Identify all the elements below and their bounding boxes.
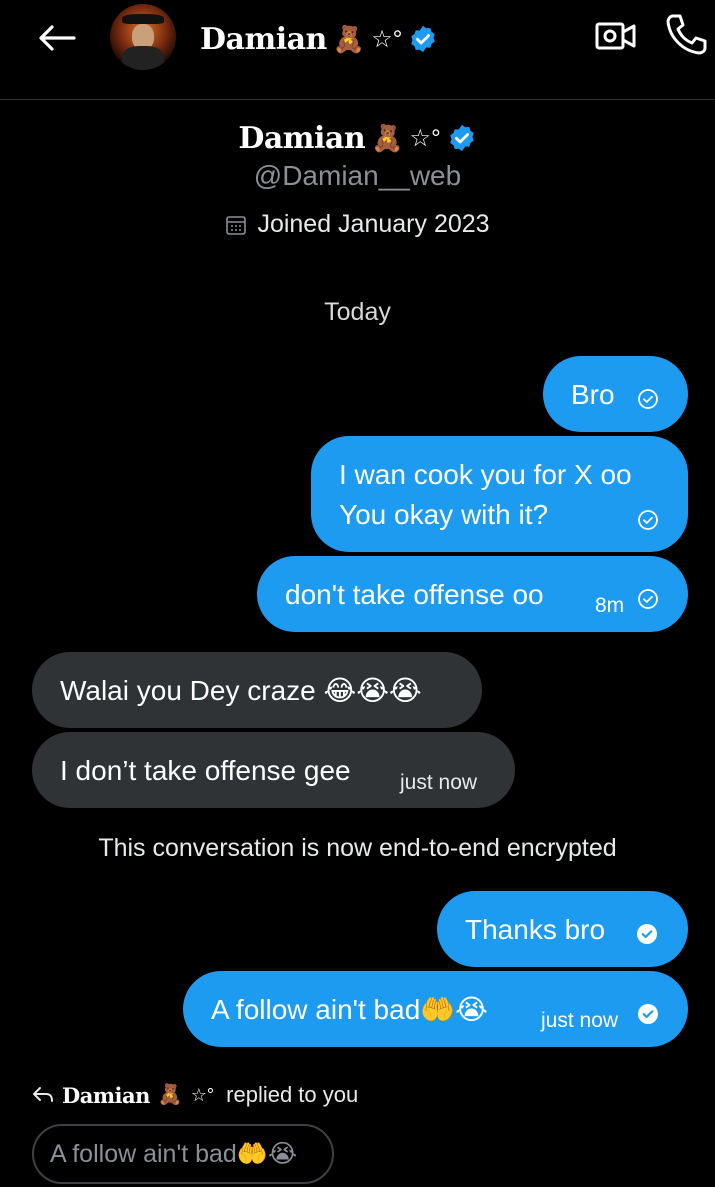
star-decoration: ☆° [409, 124, 441, 152]
verified-badge-icon [449, 124, 474, 152]
message-bubble-outgoing[interactable]: don't take offense oo 8m [257, 556, 688, 632]
video-camera-icon [595, 22, 636, 50]
profile-summary: Damian 🧸 ☆° @Damian__web Joined January … [0, 118, 715, 239]
message-timestamp: just now [541, 1009, 619, 1032]
phone-icon [666, 14, 707, 55]
video-call-button[interactable] [594, 16, 638, 56]
message-bubble-outgoing[interactable]: I wan cook you for X oo You okay with it… [311, 436, 688, 552]
message-text: A follow ain't bad🤲😭 [211, 994, 488, 1025]
teddy-bear-emoji: 🧸 [157, 1084, 183, 1106]
quoted-text: A follow ain't bad🤲😭 [50, 1140, 298, 1168]
message-text: Walai you Dey craze 😂😭😭 [60, 675, 422, 706]
profile-handle[interactable]: @Damian__web [0, 160, 715, 196]
date-divider: Today [324, 298, 391, 326]
joined-text: Joined January 2023 [257, 210, 490, 238]
calendar-icon [226, 215, 247, 235]
read-check-icon [637, 924, 657, 944]
reply-sender-name: Damian [62, 1082, 150, 1108]
chat-header: Damian 🧸 ☆° [0, 0, 715, 100]
header-display-name: Damian [200, 21, 327, 57]
message-text-line-1: I wan cook you for X oo [339, 459, 632, 490]
reply-suffix: replied to you [226, 1082, 359, 1107]
reply-arrow-icon [33, 1087, 53, 1102]
quoted-message[interactable]: A follow ain't bad🤲😭 [32, 1124, 334, 1184]
message-bubble-outgoing[interactable]: Thanks bro [437, 891, 688, 967]
reply-header: Damian 🧸 ☆° replied to you [32, 1082, 358, 1108]
message-text: Thanks bro [465, 914, 606, 945]
message-timestamp: 8m [595, 594, 625, 617]
teddy-bear-emoji: 🧸 [332, 24, 366, 54]
message-timestamp: just now [400, 771, 478, 794]
encryption-notice: This conversation is now end-to-end encr… [98, 834, 617, 862]
teddy-bear-emoji: 🧸 [371, 123, 404, 153]
message-bubble-outgoing[interactable]: Bro [543, 356, 688, 432]
message-text: I don’t take offense gee [60, 755, 351, 786]
message-text: don't take offense oo [285, 579, 544, 610]
message-text: Bro [571, 379, 615, 410]
back-arrow-icon [39, 25, 76, 51]
header-name[interactable]: Damian 🧸 ☆° [200, 14, 438, 64]
sent-check-icon [638, 510, 658, 530]
message-bubble-incoming[interactable]: Walai you Dey craze 😂😭😭 [32, 652, 482, 728]
back-button[interactable] [34, 18, 78, 58]
read-check-icon [638, 1004, 658, 1024]
message-text-line-2: You okay with it? [339, 499, 549, 530]
verified-badge-icon [411, 25, 436, 53]
avatar[interactable] [110, 4, 176, 70]
joined-date: Joined January 2023 [0, 210, 715, 239]
sent-check-icon [638, 389, 658, 409]
sent-check-icon [638, 589, 658, 609]
profile-display-name: Damian [238, 120, 366, 156]
message-bubble-incoming[interactable]: I don’t take offense gee just now [32, 732, 515, 808]
message-bubble-outgoing[interactable]: A follow ain't bad🤲😭 just now [183, 971, 688, 1047]
voice-call-button[interactable] [664, 12, 708, 56]
star-decoration: ☆° [371, 25, 403, 53]
star-decoration: ☆° [190, 1084, 215, 1105]
profile-name[interactable]: Damian 🧸 ☆° [0, 118, 715, 158]
